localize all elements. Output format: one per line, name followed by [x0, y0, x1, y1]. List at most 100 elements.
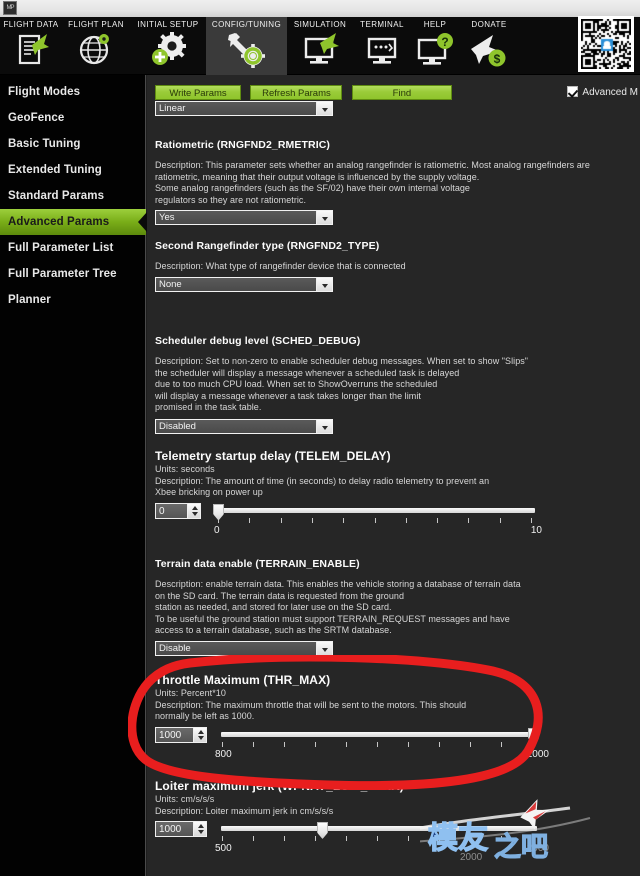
chevron-down-icon[interactable] — [316, 641, 332, 655]
param-loiter-max-jerk: Loiter maximum jerk (WPNAV_LOIT_JERK) Un… — [155, 779, 635, 855]
sidebar-item-full-parameter-tree[interactable]: Full Parameter Tree — [0, 261, 146, 287]
nav-config-tuning-label: CONFIG/TUNING — [211, 20, 282, 29]
application-window: MP FLIGHT DATA FLIGHT PLAN INITIAL SETUP… — [0, 0, 640, 876]
param-partial-top: Linear — [155, 101, 635, 116]
advanced-view-checkbox[interactable]: Advanced M — [567, 86, 638, 98]
sidebar-item-advanced-params[interactable]: Advanced Params — [0, 209, 147, 235]
loiter-jerk-value: 1000 — [159, 824, 182, 835]
loiter-jerk-slider[interactable]: 500 2000 — [215, 821, 549, 854]
sidebar-item-flight-modes[interactable]: Flight Modes — [0, 79, 146, 105]
sidebar-label: Flight Modes — [8, 86, 81, 98]
slider-track[interactable] — [221, 826, 537, 831]
nav-simulation-label: SIMULATION — [293, 20, 347, 29]
refresh-params-button[interactable]: Refresh Params — [250, 85, 343, 100]
stepper-arrows-icon[interactable] — [187, 503, 200, 518]
slider-track[interactable] — [221, 731, 537, 737]
slider-tick — [501, 741, 502, 747]
slider-tick — [280, 517, 282, 523]
param-description: Description: Loiter maximum jerk in cm/s… — [155, 805, 334, 816]
second-rangefinder-value: None — [159, 278, 182, 290]
nav-flight-data-label: FLIGHT DATA — [3, 20, 59, 29]
qr-code — [578, 16, 634, 72]
sidebar-label: Extended Tuning — [8, 164, 102, 176]
param-throttle-maximum: Throttle Maximum (THR_MAX) Units: Percen… — [155, 673, 635, 761]
slider-tick — [311, 517, 313, 523]
param-title: Terrain data enable (TERRAIN_ENABLE) — [155, 558, 360, 570]
slider-tick — [470, 836, 471, 841]
nav-initial-setup-label: INITIAL SETUP — [137, 20, 199, 29]
terrain-enable-dropdown[interactable]: Disable — [155, 640, 333, 656]
telem-delay-stepper[interactable]: 0 — [155, 502, 201, 519]
chevron-down-icon[interactable] — [316, 277, 332, 291]
telem-delay-value: 0 — [159, 505, 165, 517]
chevron-down-icon[interactable] — [316, 419, 332, 433]
nav-terminal[interactable]: TERMINAL — [353, 17, 411, 75]
monitor-console-icon — [360, 31, 404, 71]
parameter-scroll-area[interactable]: Linear Ratiometric (RNGFND2_RMETRIC) Des… — [147, 101, 640, 876]
sidebar-item-full-parameter-list[interactable]: Full Parameter List — [0, 235, 146, 261]
chevron-down-icon[interactable] — [316, 211, 332, 224]
nav-donate[interactable]: DONATE $ — [459, 17, 519, 75]
nav-initial-setup[interactable]: INITIAL SETUP — [130, 17, 206, 75]
wrench-gear-icon — [225, 31, 269, 71]
sidebar-item-planner[interactable]: Planner — [0, 287, 146, 313]
nav-flight-data[interactable]: FLIGHT DATA — [0, 17, 62, 75]
param-sched-debug: Scheduler debug level (SCHED_DEBUG) Desc… — [155, 335, 635, 434]
sched-debug-dropdown[interactable]: Disabled — [155, 418, 333, 434]
nav-help-label: HELP — [423, 20, 447, 29]
nav-donate-label: DONATE — [471, 20, 507, 29]
write-params-button[interactable]: Write Params — [155, 85, 241, 100]
slider-tick — [377, 741, 378, 747]
slider-max-label: 2000 — [526, 843, 549, 854]
sidebar-label: Planner — [8, 294, 51, 306]
loiter-jerk-stepper[interactable]: 1000 — [155, 821, 207, 837]
stepper-arrows-icon[interactable] — [193, 727, 206, 742]
param-description: Description: This parameter sets whether… — [155, 160, 590, 205]
top-navigation-bar: FLIGHT DATA FLIGHT PLAN INITIAL SETUP CO… — [0, 17, 640, 75]
sidebar-item-extended-tuning[interactable]: Extended Tuning — [0, 157, 146, 183]
nav-flight-plan-label: FLIGHT PLAN — [68, 20, 124, 29]
slider-tick — [222, 741, 223, 747]
stepper-arrows-icon[interactable] — [193, 822, 206, 836]
checkbox-icon[interactable] — [567, 86, 579, 97]
param-title: Throttle Maximum (THR_MAX) — [155, 673, 331, 687]
nav-simulation[interactable]: SIMULATION — [287, 17, 353, 75]
ratiometric-value: Yes — [159, 212, 175, 223]
thr-max-slider[interactable]: 800 1000 — [215, 727, 549, 760]
chevron-down-icon[interactable] — [316, 102, 332, 115]
sidebar-item-standard-params[interactable]: Standard Params — [0, 183, 146, 209]
second-rangefinder-dropdown[interactable]: None — [155, 276, 333, 292]
slider-tick — [346, 741, 347, 747]
slider-tick — [408, 836, 409, 841]
slider-min-label: 0 — [214, 524, 220, 536]
nav-config-tuning[interactable]: CONFIG/TUNING — [206, 17, 287, 75]
slider-tick — [532, 836, 533, 841]
svg-text:?: ? — [441, 35, 448, 49]
slider-tick — [405, 517, 407, 523]
advanced-view-label: Advanced M — [582, 87, 638, 98]
partial-top-dropdown[interactable]: Linear — [155, 101, 333, 116]
param-title: Loiter maximum jerk (WPNAV_LOIT_JERK) — [155, 779, 404, 793]
slider-track[interactable] — [217, 507, 535, 513]
sidebar-label: Standard Params — [8, 190, 105, 202]
slider-ticks — [217, 836, 539, 842]
find-button[interactable]: Find — [351, 85, 452, 100]
slider-tick — [284, 741, 285, 747]
slider-tick — [249, 517, 251, 523]
sidebar-item-basic-tuning[interactable]: Basic Tuning — [0, 131, 146, 157]
slider-tick — [499, 517, 501, 523]
thr-max-stepper[interactable]: 1000 — [155, 726, 207, 743]
param-second-rangefinder: Second Rangefinder type (RNGFND2_TYPE) D… — [155, 240, 635, 292]
slider-tick — [439, 741, 440, 747]
nav-flight-plan[interactable]: FLIGHT PLAN — [62, 17, 130, 75]
sidebar-item-geofence[interactable]: GeoFence — [0, 105, 146, 131]
sidebar-label: Advanced Params — [8, 216, 110, 228]
param-title: Second Rangefinder type (RNGFND2_TYPE) — [155, 240, 380, 252]
telem-delay-slider[interactable]: 0 10 — [213, 503, 542, 536]
slider-tick — [408, 741, 409, 747]
nav-help[interactable]: HELP ? — [411, 17, 459, 75]
sidebar-navigation: Flight Modes GeoFence Basic Tuning Exten… — [0, 75, 147, 876]
slider-max-label: 1000 — [526, 748, 549, 760]
ratiometric-dropdown[interactable]: Yes — [155, 210, 333, 225]
param-units: Units: cm/s/s/s — [155, 794, 215, 804]
